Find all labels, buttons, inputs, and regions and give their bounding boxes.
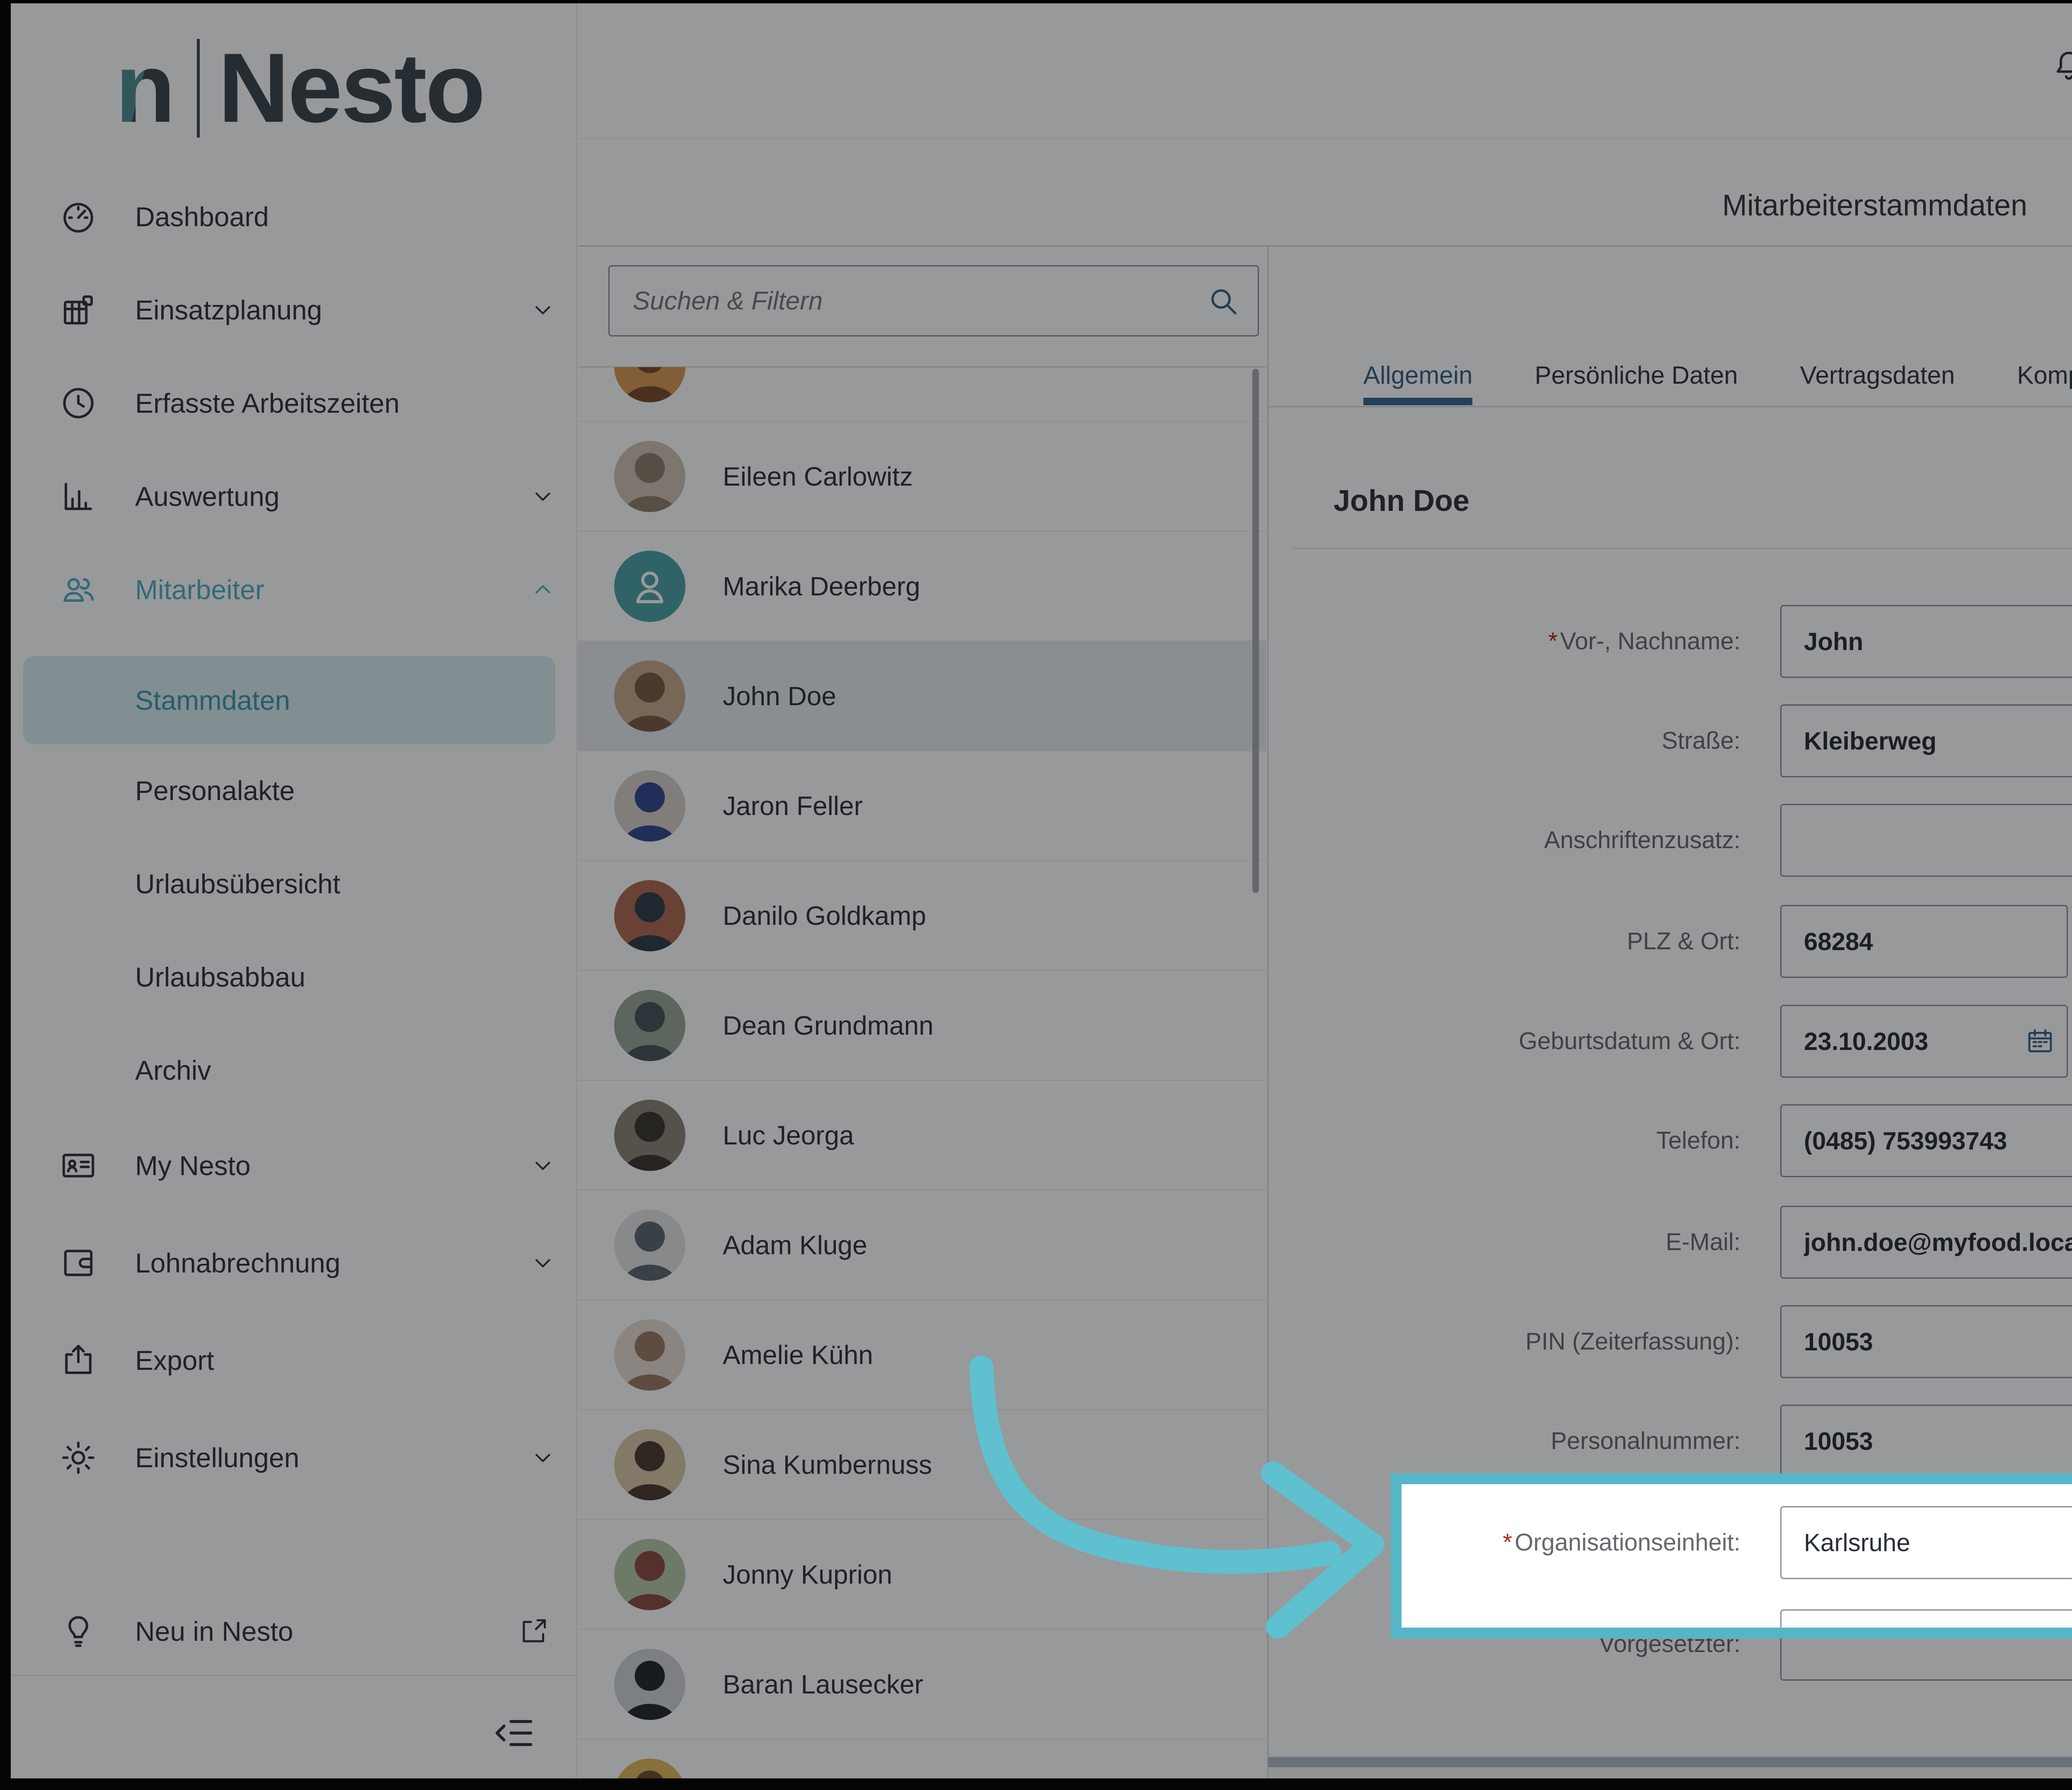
- required-asterisk: *: [1503, 1529, 1513, 1556]
- frame-top: [0, 0, 2072, 3]
- field-label: *Organisationseinheit:: [1285, 1506, 1740, 1579]
- nesto-app-window: n Nesto DashboardEinsatzplanungErfasste …: [0, 0, 2072, 1790]
- field-row-organisationseinheit: *Organisationseinheit: Karlsruhe: [1285, 1506, 2072, 1579]
- organisationseinheit-select[interactable]: Karlsruhe: [1780, 1506, 2072, 1579]
- vorgesetzter-select-top-sliver: [1780, 1609, 2072, 1628]
- frame-left: [0, 0, 11, 1790]
- field-inputs: Karlsruhe: [1780, 1506, 2072, 1579]
- frame-bottom: [0, 1778, 2072, 1790]
